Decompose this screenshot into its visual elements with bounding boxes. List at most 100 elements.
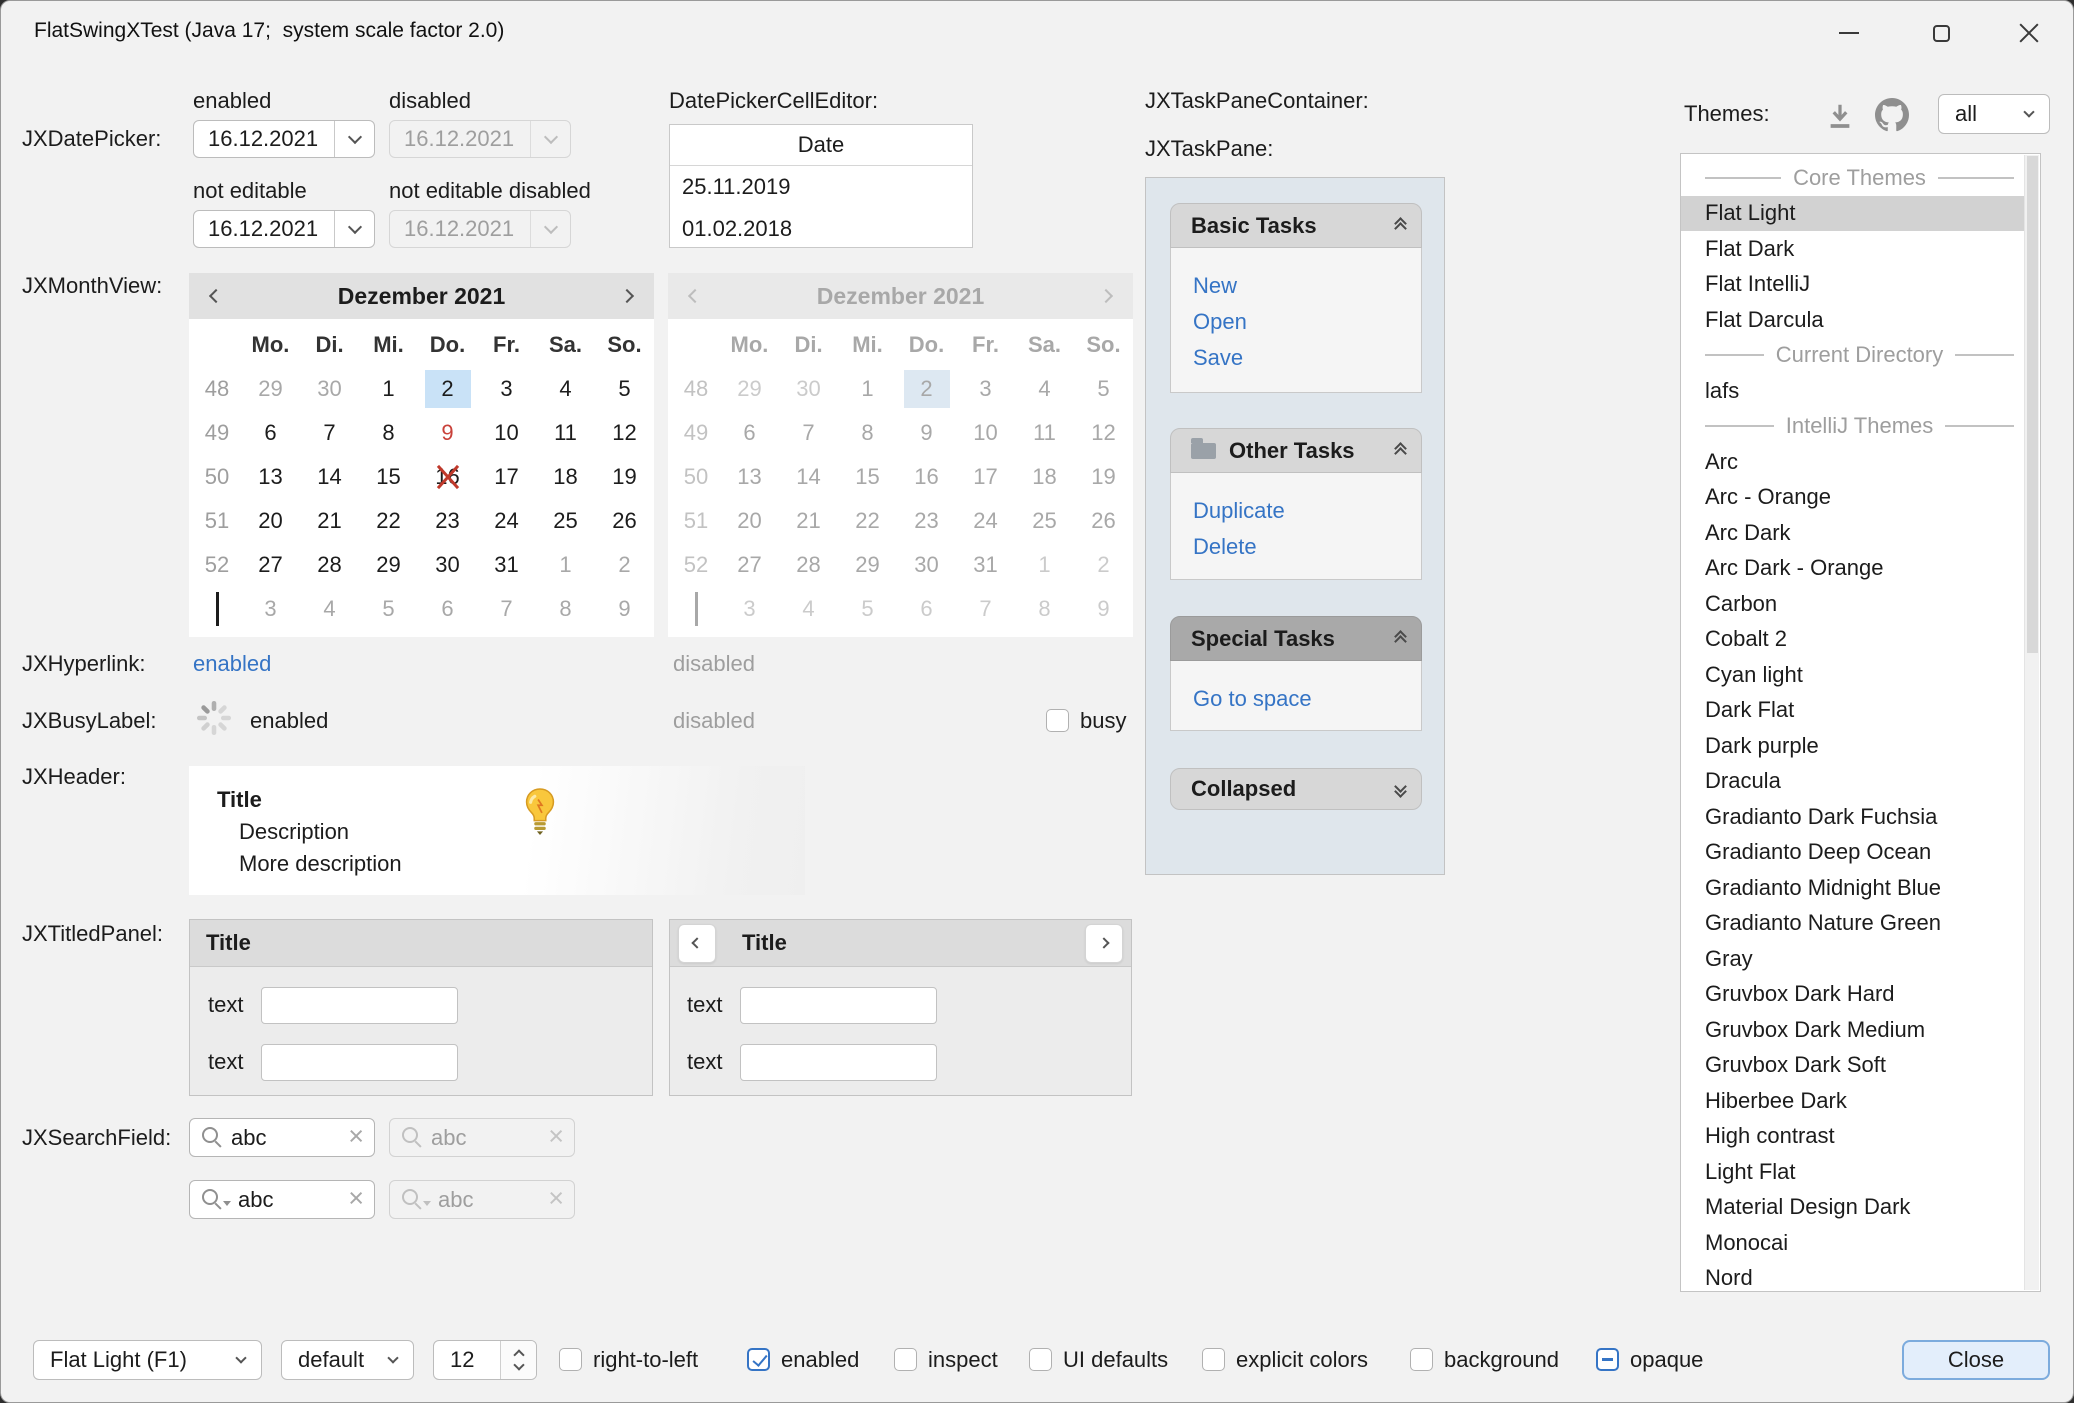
- theme-item[interactable]: Gruvbox Dark Soft: [1681, 1048, 2024, 1084]
- task-link-open[interactable]: Open: [1193, 304, 1421, 340]
- calendar-day[interactable]: 21: [300, 499, 359, 543]
- datepicker-dropdown-button[interactable]: [334, 121, 374, 157]
- theme-item[interactable]: Dracula: [1681, 764, 2024, 800]
- theme-item[interactable]: Gradianto Nature Green: [1681, 906, 2024, 942]
- search-menu-caret-icon[interactable]: [223, 1201, 231, 1206]
- calendar-day[interactable]: 6: [418, 587, 477, 631]
- task-link-go-to-space[interactable]: Go to space: [1193, 681, 1421, 717]
- calendar-day[interactable]: 26: [595, 499, 654, 543]
- theme-item[interactable]: Carbon: [1681, 586, 2024, 622]
- scrollbar-thumb[interactable]: [2027, 156, 2038, 653]
- calendar-day[interactable]: 1: [536, 543, 595, 587]
- calendar-day[interactable]: 29: [359, 543, 418, 587]
- text-field[interactable]: [740, 1044, 937, 1081]
- search-field-with-menu[interactable]: abc ×: [189, 1180, 375, 1219]
- datepicker-value[interactable]: 16.12.2021: [194, 121, 334, 157]
- theme-item[interactable]: Flat Light: [1681, 196, 2024, 232]
- task-link-delete[interactable]: Delete: [1193, 529, 1421, 565]
- taskpane-header[interactable]: Basic Tasks: [1170, 203, 1422, 248]
- checkbox-box[interactable]: [559, 1348, 582, 1371]
- taskpane-header[interactable]: Collapsed: [1170, 768, 1422, 810]
- calendar-day[interactable]: 5: [359, 587, 418, 631]
- theme-item[interactable]: Gruvbox Dark Hard: [1681, 977, 2024, 1013]
- datepicker-dropdown-button[interactable]: [334, 211, 374, 247]
- task-link-new[interactable]: New: [1193, 268, 1421, 304]
- checkbox-box[interactable]: [1046, 709, 1069, 732]
- calendar-day[interactable]: 12: [595, 411, 654, 455]
- collapse-icon[interactable]: [1396, 632, 1405, 646]
- task-link-duplicate[interactable]: Duplicate: [1193, 493, 1421, 529]
- theme-item[interactable]: Arc: [1681, 444, 2024, 480]
- theme-item[interactable]: Nord: [1681, 1261, 2024, 1293]
- calendar-day[interactable]: 2: [595, 543, 654, 587]
- datepicker-not-editable[interactable]: 16.12.2021: [193, 210, 375, 248]
- checkbox-enabled[interactable]: enabled: [747, 1347, 859, 1372]
- calendar-day[interactable]: 8: [359, 411, 418, 455]
- table-row[interactable]: 25.11.2019: [670, 166, 972, 208]
- calendar-day[interactable]: 15: [359, 455, 418, 499]
- calendar-day[interactable]: 31: [477, 543, 536, 587]
- calendar-day[interactable]: 11: [536, 411, 595, 455]
- calendar-day[interactable]: 6: [241, 411, 300, 455]
- calendar-day[interactable]: 27: [241, 543, 300, 587]
- next-button[interactable]: [1085, 924, 1123, 963]
- task-link-save[interactable]: Save: [1193, 340, 1421, 376]
- checkbox-box[interactable]: [1029, 1348, 1052, 1371]
- theme-item[interactable]: Light Flat: [1681, 1154, 2024, 1190]
- theme-item[interactable]: lafs: [1681, 373, 2024, 409]
- collapse-icon[interactable]: [1396, 219, 1405, 233]
- calendar-day[interactable]: 9: [418, 411, 477, 455]
- checkbox-inspect[interactable]: inspect: [894, 1347, 998, 1372]
- table-row[interactable]: 01.02.2018: [670, 208, 972, 250]
- checkbox-right-to-left[interactable]: right-to-left: [559, 1347, 698, 1372]
- search-field-enabled[interactable]: abc ×: [189, 1118, 375, 1157]
- calendar-day[interactable]: 28: [300, 543, 359, 587]
- checkbox-box[interactable]: [894, 1348, 917, 1371]
- busy-checkbox[interactable]: busy: [1046, 708, 1126, 733]
- theme-item[interactable]: Cyan light: [1681, 657, 2024, 693]
- text-field[interactable]: [740, 987, 937, 1024]
- calendar-day[interactable]: 17: [477, 455, 536, 499]
- calendar-day[interactable]: 14: [300, 455, 359, 499]
- themes-list[interactable]: Core ThemesFlat LightFlat DarkFlat Intel…: [1680, 153, 2041, 1292]
- close-button[interactable]: Close: [1902, 1340, 2050, 1380]
- theme-item[interactable]: Flat Dark: [1681, 231, 2024, 267]
- theme-item[interactable]: Flat Darcula: [1681, 302, 2024, 338]
- checkbox-background[interactable]: background: [1410, 1347, 1559, 1372]
- calendar-day[interactable]: 7: [300, 411, 359, 455]
- theme-item[interactable]: Gruvbox Dark Medium: [1681, 1012, 2024, 1048]
- calendar-day[interactable]: 1: [359, 367, 418, 411]
- theme-item[interactable]: Hiberbee Dark: [1681, 1083, 2024, 1119]
- laf-combo[interactable]: Flat Light (F1): [33, 1340, 262, 1380]
- calendar-day[interactable]: 4: [300, 587, 359, 631]
- theme-item[interactable]: Monocai: [1681, 1225, 2024, 1261]
- hyperlink-enabled[interactable]: enabled: [193, 650, 271, 678]
- clear-icon[interactable]: ×: [348, 1123, 364, 1150]
- calendar-day[interactable]: 8: [536, 587, 595, 631]
- theme-item[interactable]: Material Design Dark: [1681, 1190, 2024, 1226]
- checkbox-explicit-colors[interactable]: explicit colors: [1202, 1347, 1368, 1372]
- calendar-day[interactable]: 7: [477, 587, 536, 631]
- datepicker-enabled[interactable]: 16.12.2021: [193, 120, 375, 158]
- theme-item[interactable]: Gradianto Deep Ocean: [1681, 835, 2024, 871]
- calendar-day[interactable]: 22: [359, 499, 418, 543]
- calendar-day[interactable]: 2: [418, 367, 477, 411]
- text-field[interactable]: [261, 1044, 458, 1081]
- minimize-button[interactable]: [1819, 11, 1879, 55]
- collapse-icon[interactable]: [1396, 444, 1405, 458]
- calendar-day[interactable]: 9: [595, 587, 654, 631]
- close-window-button[interactable]: [1999, 11, 2059, 55]
- calendar-day[interactable]: 5: [595, 367, 654, 411]
- calendar-day[interactable]: 23: [418, 499, 477, 543]
- theme-item[interactable]: Flat IntelliJ: [1681, 267, 2024, 303]
- theme-item[interactable]: Gradianto Midnight Blue: [1681, 870, 2024, 906]
- text-field[interactable]: [261, 987, 458, 1024]
- calendar-day[interactable]: 30: [418, 543, 477, 587]
- theme-item[interactable]: Arc Dark - Orange: [1681, 551, 2024, 587]
- maximize-button[interactable]: [1911, 11, 1971, 55]
- search-text[interactable]: abc: [236, 1187, 343, 1213]
- themes-filter-combo[interactable]: all: [1938, 94, 2050, 134]
- celleditor-table[interactable]: Date 25.11.201901.02.2018: [669, 124, 973, 248]
- checkbox-ui-defaults[interactable]: UI defaults: [1029, 1347, 1168, 1372]
- calendar-day[interactable]: 29: [241, 367, 300, 411]
